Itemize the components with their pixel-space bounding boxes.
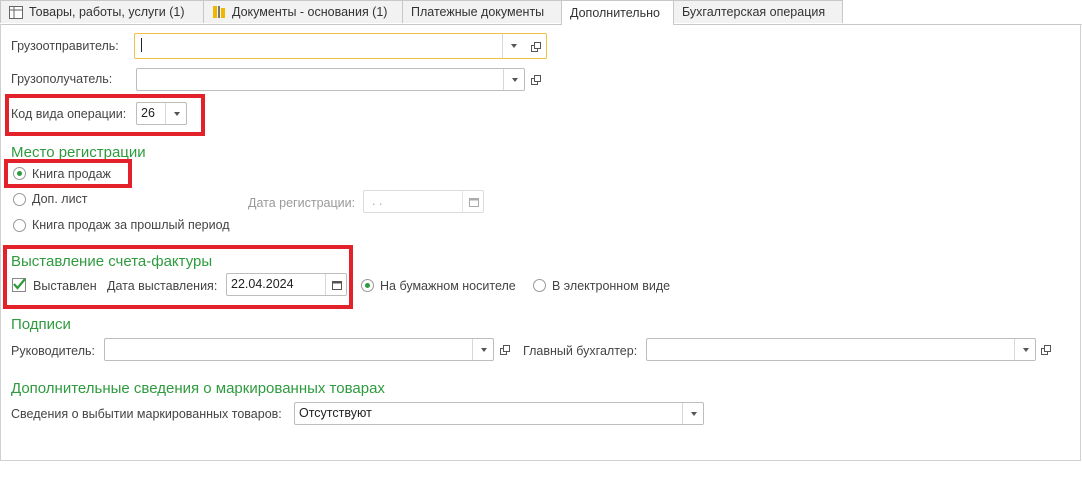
operation-code-value: 26 <box>141 106 155 120</box>
radio-additional-sheet[interactable] <box>13 193 26 206</box>
registration-date-field[interactable]: . . <box>363 190 484 213</box>
tab-accounting-operation[interactable]: Бухгалтерская операция <box>673 0 843 23</box>
marking-label: Сведения о выбытии маркированных товаров… <box>11 407 282 421</box>
operation-code-label: Код вида операции: <box>11 107 127 121</box>
marking-select[interactable]: Отсутствуют <box>294 402 704 425</box>
tab-bar: Товары, работы, услуги (1) Документы - о… <box>0 0 1082 25</box>
issue-date-value: 22.04.2024 <box>231 277 294 291</box>
tab-additional[interactable]: Дополнительно <box>561 0 674 25</box>
radio-paper-media[interactable] <box>361 279 374 292</box>
signatures-heading: Подписи <box>11 316 71 333</box>
radio-previous-period[interactable] <box>13 219 26 232</box>
marking-heading: Дополнительные сведения о маркированных … <box>11 380 385 397</box>
chief-accountant-dropdown-button[interactable] <box>1014 339 1037 360</box>
registration-date-value: . . <box>372 194 383 208</box>
chief-accountant-field[interactable] <box>646 338 1036 361</box>
radio-electronic-media[interactable] <box>533 279 546 292</box>
radio-electronic-media-label: В электронном виде <box>552 279 671 293</box>
radio-paper-media-label: На бумажном носителе <box>380 279 516 293</box>
radio-sales-book-label: Книга продаж <box>32 167 111 181</box>
tab-basis-documents-label: Документы - основания (1) <box>232 5 388 19</box>
checkmark-icon <box>13 278 26 290</box>
invoice-heading: Выставление счета-фактуры <box>11 253 213 270</box>
registration-date-label: Дата регистрации: <box>248 196 356 210</box>
operation-code-dropdown-button[interactable] <box>165 103 188 124</box>
tab-payment-documents-label: Платежные документы <box>411 5 545 19</box>
shipper-field[interactable] <box>134 33 547 59</box>
consignee-label: Грузополучатель: <box>11 72 113 86</box>
shipper-dropdown-button[interactable] <box>502 34 525 58</box>
calendar-icon <box>332 280 342 290</box>
radio-previous-period-label: Книга продаж за прошлый период <box>32 218 230 232</box>
chevron-down-icon <box>174 111 180 116</box>
registration-date-calendar-button[interactable] <box>462 191 485 212</box>
calendar-icon <box>469 197 479 207</box>
tab-payment-documents[interactable]: Платежные документы <box>402 0 562 23</box>
shipper-open-button[interactable] <box>526 35 546 58</box>
tab-goods[interactable]: Товары, работы, услуги (1) <box>0 0 204 23</box>
open-window-icon <box>531 74 541 85</box>
director-label: Руководитель: <box>11 344 96 358</box>
document-basis-icon <box>212 5 226 19</box>
chevron-down-icon <box>511 44 517 48</box>
operation-code-select[interactable]: 26 <box>136 102 187 125</box>
issued-checkbox[interactable] <box>12 278 26 292</box>
open-window-icon <box>500 344 510 355</box>
marking-value: Отсутствуют <box>299 406 372 420</box>
chevron-down-icon <box>1023 347 1029 352</box>
chevron-down-icon <box>512 77 518 82</box>
text-cursor <box>141 38 142 52</box>
chevron-down-icon <box>691 411 697 416</box>
chief-accountant-open-button[interactable] <box>1036 338 1056 361</box>
chevron-down-icon <box>481 347 487 352</box>
director-open-button[interactable] <box>495 338 515 361</box>
director-dropdown-button[interactable] <box>472 339 495 360</box>
consignee-open-button[interactable] <box>526 68 546 91</box>
radio-sales-book[interactable] <box>13 167 26 180</box>
open-window-icon <box>531 41 541 52</box>
chief-accountant-label: Главный бухгалтер: <box>523 344 638 358</box>
issue-date-label: Дата выставления: <box>107 279 218 293</box>
shipper-label: Грузоотправитель: <box>11 39 119 53</box>
open-window-icon <box>1041 344 1051 355</box>
marking-dropdown-button[interactable] <box>682 403 705 424</box>
tab-additional-label: Дополнительно <box>570 6 660 20</box>
director-field[interactable] <box>104 338 494 361</box>
consignee-dropdown-button[interactable] <box>503 69 526 90</box>
radio-additional-sheet-label: Доп. лист <box>32 192 88 206</box>
tab-goods-label: Товары, работы, услуги (1) <box>29 5 185 19</box>
issue-date-field[interactable]: 22.04.2024 <box>226 273 347 296</box>
table-icon <box>9 5 23 19</box>
issue-date-calendar-button[interactable] <box>325 274 348 295</box>
issued-label: Выставлен <box>33 279 97 293</box>
tab-basis-documents[interactable]: Документы - основания (1) <box>203 0 403 23</box>
consignee-field[interactable] <box>136 68 525 91</box>
tab-accounting-operation-label: Бухгалтерская операция <box>682 5 826 19</box>
